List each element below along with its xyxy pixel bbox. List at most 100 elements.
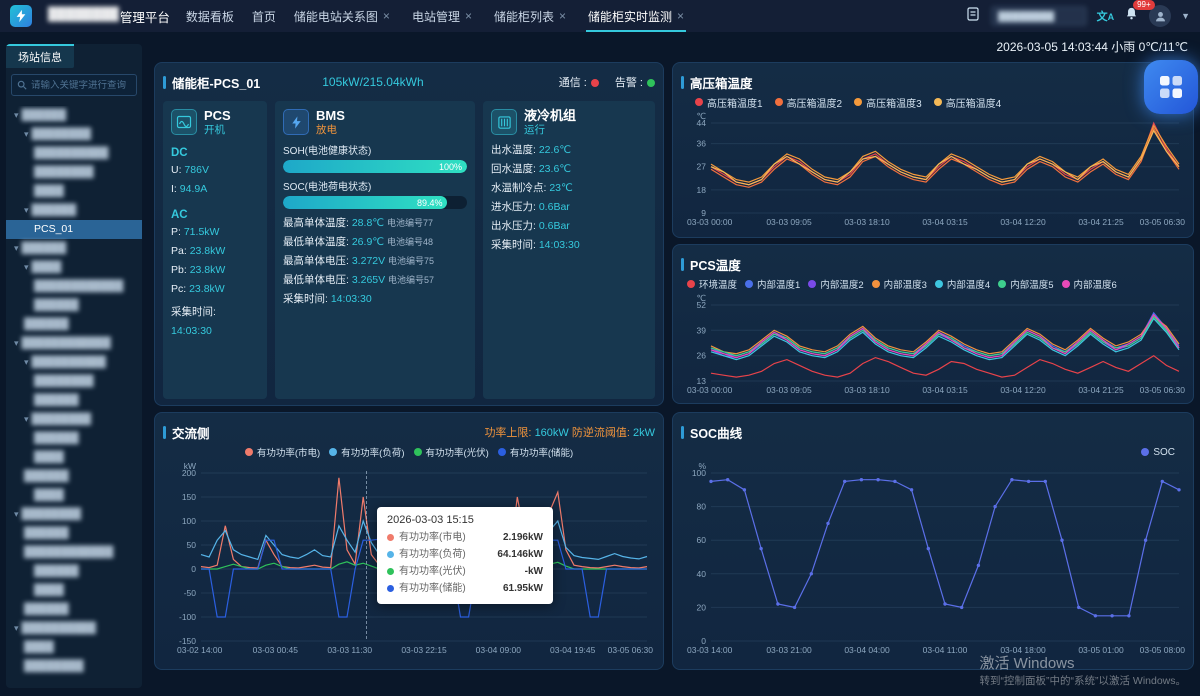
tree-item[interactable]: ██████ xyxy=(6,524,142,543)
caret-icon[interactable]: ▾ xyxy=(24,410,29,429)
tree-item[interactable]: ██████ xyxy=(6,296,142,315)
legend-item[interactable]: 内部温度4 xyxy=(935,277,990,291)
svg-text:200: 200 xyxy=(182,468,196,478)
legend-item[interactable]: 内部温度5 xyxy=(998,277,1053,291)
tree-item[interactable]: ▾██████ xyxy=(6,201,142,220)
nav-menu-item-1[interactable]: 首页 xyxy=(252,8,276,25)
caret-icon[interactable]: ▾ xyxy=(24,353,29,372)
cooling-unit-icon xyxy=(491,109,517,135)
legend-item[interactable]: 高压箱温度2 xyxy=(775,95,843,110)
close-icon[interactable]: × xyxy=(465,9,472,23)
svg-text:03-04 21:25: 03-04 21:25 xyxy=(1078,385,1124,395)
legend-item[interactable]: 有功功率(市电) xyxy=(245,445,320,459)
sidebar-search-input[interactable] xyxy=(31,80,131,91)
chevron-down-icon[interactable]: ▼ xyxy=(1181,11,1190,21)
panel-hv-temperature: 高压箱温度 高压箱温度1高压箱温度2高压箱温度3高压箱温度4 ℃44362718… xyxy=(672,62,1194,238)
caret-icon[interactable]: ▾ xyxy=(24,125,29,144)
close-icon[interactable]: × xyxy=(559,9,566,23)
tree-item[interactable]: ██████████ xyxy=(6,144,142,163)
svg-text:52: 52 xyxy=(697,300,707,310)
tree-item[interactable]: ▾████████ xyxy=(6,410,142,429)
tree-item[interactable]: ████ xyxy=(6,581,142,600)
legend-item[interactable]: 有功功率(光伏) xyxy=(414,445,489,459)
tree-item[interactable]: ████████ xyxy=(6,657,142,676)
cabinet-cards: PCS 开机 DC U: 786VI: 94.9A AC P: 71.5kWPa… xyxy=(163,101,655,399)
sidebar-search[interactable] xyxy=(11,74,137,96)
tree-item[interactable]: PCS_01 xyxy=(6,220,142,239)
clipboard-icon[interactable] xyxy=(965,6,981,27)
tree-item[interactable]: ▾████████ xyxy=(6,125,142,144)
legend-item[interactable]: 高压箱温度3 xyxy=(854,95,922,110)
tree-item[interactable]: ██████ xyxy=(6,429,142,448)
tree-item[interactable]: ▾████████ xyxy=(6,505,142,524)
cabinet-capacity: 105kW/215.04kWh xyxy=(322,75,423,89)
tree-item[interactable]: ▾████ xyxy=(6,258,142,277)
caret-icon[interactable]: ▾ xyxy=(14,239,19,258)
caret-icon[interactable]: ▾ xyxy=(14,334,19,353)
nav-tab-0[interactable]: 储能电站关系图× xyxy=(292,0,392,32)
soc-chart[interactable]: %10080604020003-03 14:0003-03 21:0003-04… xyxy=(681,461,1187,657)
tree-item[interactable]: ████ xyxy=(6,638,142,657)
legend-item[interactable]: 内部温度3 xyxy=(872,277,927,291)
tree-item[interactable]: ▾██████████ xyxy=(6,619,142,638)
legend-item[interactable]: 高压箱温度4 xyxy=(934,95,1002,110)
tree-item[interactable]: ▾████████████ xyxy=(6,334,142,353)
tree-item[interactable]: ████████ xyxy=(6,372,142,391)
pcs-status: 开机 xyxy=(204,123,231,137)
caret-icon[interactable]: ▾ xyxy=(24,258,29,277)
close-icon[interactable]: × xyxy=(677,9,684,23)
comm-status: 通信 : xyxy=(559,74,599,90)
legend-item[interactable]: 有功功率(负荷) xyxy=(329,445,404,459)
tree-item[interactable]: ████████████ xyxy=(6,277,142,296)
pcs-title: PCS xyxy=(204,109,231,123)
close-icon[interactable]: × xyxy=(383,9,390,23)
hv-temp-chart[interactable]: ℃44362718903-03 00:0003-03 09:0503-03 18… xyxy=(681,111,1187,229)
ac-section-label: AC xyxy=(171,207,259,223)
svg-text:03-05 06:30: 03-05 06:30 xyxy=(608,645,654,655)
cooling-card: 液冷机组 运行 出水温度: 22.6℃回水温度: 23.6℃水温制冷点: 23℃… xyxy=(483,101,655,399)
legend-item[interactable]: 环境温度 xyxy=(687,277,737,291)
tree-item[interactable]: ████████ xyxy=(6,163,142,182)
legend-item[interactable]: 内部温度6 xyxy=(1062,277,1117,291)
nav-search-input[interactable] xyxy=(991,6,1087,26)
tree-item[interactable]: ▾██████████ xyxy=(6,353,142,372)
caret-icon[interactable]: ▾ xyxy=(14,505,19,524)
watermark-line1: 激活 Windows xyxy=(980,652,1187,673)
translate-icon[interactable]: 文A xyxy=(1097,8,1115,24)
legend-item[interactable]: 有功功率(储能) xyxy=(498,445,573,459)
hv-temp-legend: 高压箱温度1 高压箱温度2 高压箱温度3 高压箱温度4 xyxy=(681,93,1185,111)
pcs-temp-chart[interactable]: ℃5239261303-03 00:0003-03 09:0503-03 18:… xyxy=(681,293,1187,397)
tree-item[interactable]: ████ xyxy=(6,486,142,505)
caret-icon[interactable]: ▾ xyxy=(14,106,19,125)
legend-item[interactable]: 高压箱温度1 xyxy=(695,95,763,110)
svg-text:39: 39 xyxy=(697,325,707,335)
svg-text:03-04 09:00: 03-04 09:00 xyxy=(476,645,522,655)
comm-status-dot xyxy=(591,79,599,87)
caret-icon[interactable]: ▾ xyxy=(24,201,29,220)
nav-tab-1[interactable]: 电站管理× xyxy=(410,0,474,32)
tree-item[interactable]: ████ xyxy=(6,448,142,467)
nav-menu-item-0[interactable]: 数据看板 xyxy=(186,8,234,25)
app-launcher-button[interactable] xyxy=(1144,60,1198,114)
tree-item[interactable]: ████ xyxy=(6,182,142,201)
tree-item[interactable]: ▾██████ xyxy=(6,239,142,258)
nav-tab-2[interactable]: 储能柜列表× xyxy=(492,0,568,32)
notifications-bell[interactable]: 99+ xyxy=(1124,6,1139,26)
field-row: 最高单体电压: 3.272V 电池编号75 xyxy=(283,252,467,271)
tree-item[interactable]: ▾██████ xyxy=(6,106,142,125)
legend-item[interactable]: SOC xyxy=(1141,447,1175,458)
sidebar-tab-station-info[interactable]: 场站信息 xyxy=(6,44,74,68)
tree-item[interactable]: ██████ xyxy=(6,600,142,619)
field-row: Pb: 23.8kW xyxy=(171,261,259,280)
tree-item[interactable]: ████████████ xyxy=(6,543,142,562)
bms-icon xyxy=(283,109,309,135)
legend-item[interactable]: 内部温度2 xyxy=(808,277,863,291)
tree-item[interactable]: ██████ xyxy=(6,315,142,334)
caret-icon[interactable]: ▾ xyxy=(14,619,19,638)
tree-item[interactable]: ██████ xyxy=(6,467,142,486)
hover-guide-line xyxy=(366,471,367,639)
nav-tab-3[interactable]: 储能柜实时监测× xyxy=(586,0,686,32)
tree-item[interactable]: ██████ xyxy=(6,562,142,581)
tree-item[interactable]: ██████ xyxy=(6,391,142,410)
legend-item[interactable]: 内部温度1 xyxy=(745,277,800,291)
